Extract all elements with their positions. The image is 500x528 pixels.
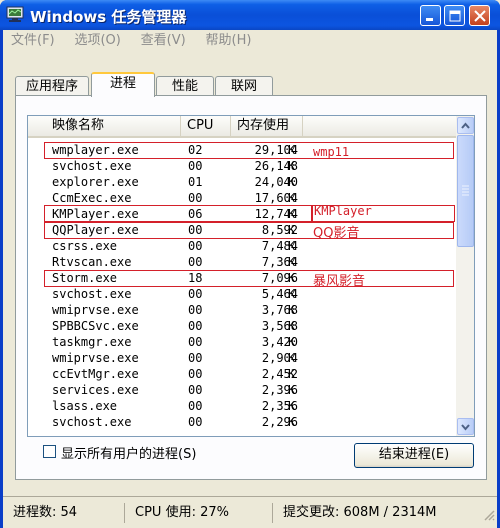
menu-view[interactable]: 查看(V)	[141, 30, 186, 52]
process-name: wmiprvse.exe	[52, 351, 139, 365]
process-cpu: 00	[188, 335, 203, 349]
process-mem-unit: K	[288, 351, 296, 365]
tab-networking[interactable]: 联网	[215, 76, 273, 96]
table-row[interactable]: wmiprvse.exe 00 3,768 K	[28, 302, 456, 318]
process-mem-unit: K	[288, 367, 296, 381]
process-mem-unit: K	[288, 303, 296, 317]
resize-grip-icon[interactable]	[483, 509, 495, 524]
scroll-up-button[interactable]	[457, 117, 474, 134]
window-title: Windows 任务管理器	[30, 8, 187, 26]
process-mem-unit: K	[288, 399, 296, 413]
process-name: CcmExec.exe	[52, 191, 132, 205]
process-mem-unit: K	[288, 255, 296, 269]
process-mem-unit: K	[288, 287, 296, 301]
process-list[interactable]: 映像名称 CPU 内存使用 wmplayer.exe 02 29,104 Ksvcho…	[27, 115, 475, 437]
process-cpu: 01	[188, 175, 203, 189]
process-name: SPBBCSvc.exe	[52, 319, 139, 333]
status-commit-charge: 提交更改: 608M / 2314M	[283, 505, 437, 520]
title-bar[interactable]: Windows 任务管理器	[0, 0, 500, 30]
process-cpu: 00	[188, 319, 203, 333]
process-cpu: 00	[188, 367, 203, 381]
process-mem-unit: K	[288, 191, 296, 205]
scroll-thumb[interactable]	[457, 135, 474, 247]
process-mem-unit: K	[288, 239, 296, 253]
process-name: explorer.exe	[52, 175, 139, 189]
table-row[interactable]: SPBBCSvc.exe 00 3,568 K	[28, 318, 456, 334]
table-row[interactable]: CcmExec.exe 00 17,604 K	[28, 190, 456, 206]
process-cpu: 00	[188, 287, 203, 301]
table-row[interactable]: taskmgr.exe 00 3,420 K	[28, 334, 456, 350]
process-name: svchost.exe	[52, 415, 132, 429]
tab-performance[interactable]: 性能	[156, 76, 214, 96]
chevron-up-icon	[461, 122, 470, 129]
close-button[interactable]	[469, 5, 490, 26]
process-name: services.exe	[52, 383, 139, 397]
column-cpu[interactable]: CPU	[181, 116, 231, 136]
end-process-button[interactable]: 结束进程(E)	[354, 443, 474, 468]
process-mem-unit: K	[288, 415, 296, 429]
list-header: 映像名称 CPU 内存使用	[28, 116, 456, 138]
column-mem-usage[interactable]: 内存使用	[231, 116, 303, 136]
table-row[interactable]: ccEvtMgr.exe 00 2,452 K	[28, 366, 456, 382]
process-name: ccEvtMgr.exe	[52, 367, 139, 381]
table-row[interactable]: csrss.exe 00 7,484 K	[28, 238, 456, 254]
process-name: svchost.exe	[52, 287, 132, 301]
menu-file[interactable]: 文件(F)	[11, 30, 55, 52]
process-mem-unit: K	[288, 319, 296, 333]
highlight-storm	[44, 270, 454, 287]
menu-options[interactable]: 选项(O)	[74, 30, 120, 52]
process-mem-unit: K	[288, 159, 296, 173]
column-image-name[interactable]: 映像名称	[46, 116, 181, 136]
minimize-button[interactable]	[420, 5, 441, 26]
process-mem-unit: K	[288, 175, 296, 189]
task-manager-window: Windows 任务管理器 文件(F) 选项(O) 查看(V) 帮助(H) 应用…	[0, 0, 500, 528]
process-mem-unit: K	[288, 335, 296, 349]
process-cpu: 00	[188, 383, 203, 397]
tab-processes[interactable]: 进程	[91, 72, 155, 97]
table-row[interactable]: svchost.exe 00 5,464 K	[28, 286, 456, 302]
table-row[interactable]: svchost.exe 00 2,296 K	[28, 414, 456, 430]
table-row[interactable]: lsass.exe 00 2,356 K	[28, 398, 456, 414]
highlight-kmplayer	[44, 205, 312, 222]
show-all-users-checkbox[interactable]	[43, 445, 56, 458]
annotation-qqplayer: QQ影音	[313, 226, 360, 241]
process-name: csrss.exe	[52, 239, 118, 253]
process-name: lsass.exe	[52, 399, 118, 413]
chevron-down-icon	[461, 424, 470, 431]
table-row[interactable]: wmiprvse.exe 00 2,904 K	[28, 350, 456, 366]
annotation-kmplayer: KMPlayer	[314, 204, 372, 218]
status-bar: 进程数: 54 CPU 使用: 27% 提交更改: 608M / 2314M	[3, 496, 497, 528]
status-cpu-usage: CPU 使用: 27%	[129, 503, 273, 523]
menu-help[interactable]: 帮助(H)	[206, 30, 252, 52]
tab-applications[interactable]: 应用程序	[15, 76, 89, 96]
menu-bar: 文件(F) 选项(O) 查看(V) 帮助(H)	[3, 30, 497, 52]
process-cpu: 00	[188, 415, 203, 429]
process-cpu: 00	[188, 351, 203, 365]
process-cpu: 00	[188, 255, 203, 269]
annotation-storm: 暴风影音	[313, 274, 366, 289]
status-process-count: 进程数: 54	[7, 503, 125, 523]
show-all-users-label[interactable]: 显示所有用户的进程(S)	[61, 443, 196, 462]
maximize-button[interactable]	[444, 5, 465, 26]
process-cpu: 00	[188, 239, 203, 253]
process-cpu: 00	[188, 159, 203, 173]
table-row[interactable]: Rtvscan.exe 00 7,364 K	[28, 254, 456, 270]
task-manager-icon	[6, 6, 24, 23]
process-name: wmiprvse.exe	[52, 303, 139, 317]
process-cpu: 00	[188, 303, 203, 317]
process-cpu: 00	[188, 399, 203, 413]
process-name: taskmgr.exe	[52, 335, 132, 349]
table-row[interactable]: explorer.exe 01 24,040 K	[28, 174, 456, 190]
annotation-wmp11: wmp11	[313, 145, 350, 159]
process-name: svchost.exe	[52, 159, 132, 173]
process-cpu: 00	[188, 191, 203, 205]
table-row[interactable]: svchost.exe 00 26,148 K	[28, 158, 456, 174]
highlight-qqplayer	[44, 222, 454, 239]
highlight-wmplayer	[44, 142, 454, 159]
process-name: Rtvscan.exe	[52, 255, 132, 269]
process-mem-unit: K	[288, 383, 296, 397]
scroll-down-button[interactable]	[457, 418, 474, 435]
table-row[interactable]: services.exe 00 2,396 K	[28, 382, 456, 398]
vertical-scrollbar[interactable]	[456, 116, 474, 436]
